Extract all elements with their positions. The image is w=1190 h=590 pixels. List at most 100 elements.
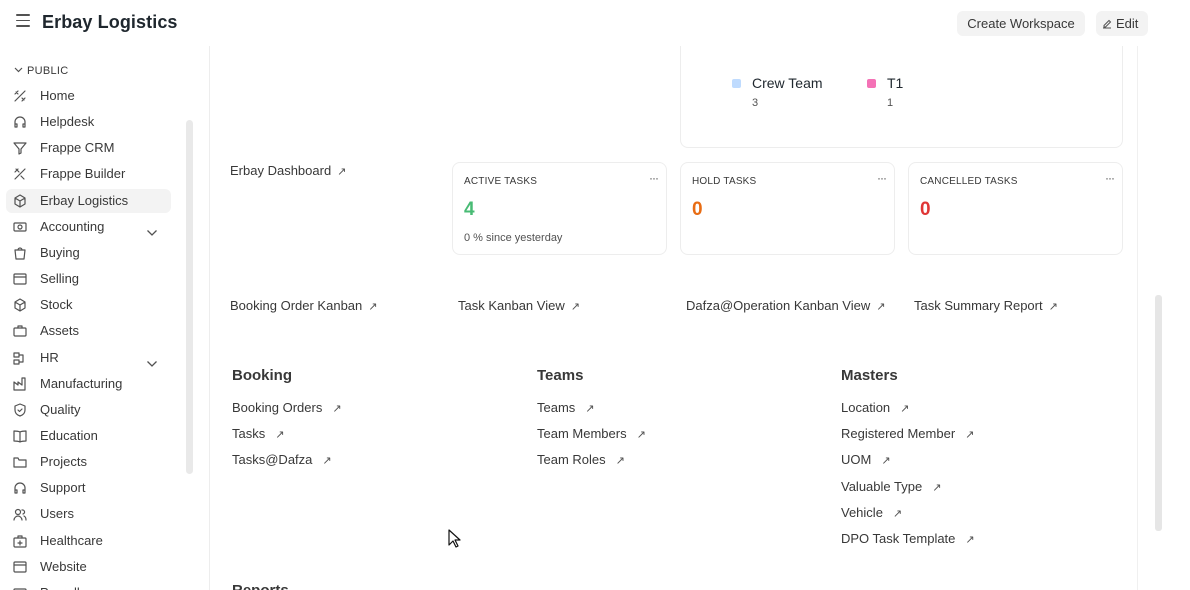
sidebar-section-public[interactable]: PUBLIC xyxy=(14,65,69,77)
link-label: Teams xyxy=(537,400,576,415)
link-team-members[interactable]: Team Members ↗ xyxy=(537,426,646,441)
shortcut-task-summary-report[interactable]: Task Summary Report ↗ xyxy=(914,298,1058,313)
sidebar-scrollbar[interactable] xyxy=(186,120,193,474)
sidebar-item-label: Frappe Builder xyxy=(40,166,126,182)
legend-swatch xyxy=(732,79,741,88)
link-label: Tasks xyxy=(232,426,266,442)
pie-chart-card: Crew Team 3 T1 1 xyxy=(680,46,1123,148)
sidebar-item-website[interactable]: Website xyxy=(6,555,171,579)
link-uom[interactable]: UOM ↗ xyxy=(841,452,891,467)
sidebar-item-frappe-builder[interactable]: Frappe Builder xyxy=(6,162,171,186)
arrow-up-right-icon: ↗ xyxy=(1048,301,1058,313)
receipt-icon xyxy=(12,271,28,287)
sidebar-item-manufacturing[interactable]: Manufacturing xyxy=(6,372,171,396)
more-options-icon[interactable]: ··· xyxy=(877,171,887,185)
shortcut-booking-order-kanban[interactable]: Booking Order Kanban ↗ xyxy=(230,298,377,313)
sidebar-item-label: Payroll xyxy=(40,581,80,590)
sidebar-item-label: Erbay Logistics xyxy=(40,192,129,208)
home-icon xyxy=(12,88,28,104)
headset-icon xyxy=(12,480,28,496)
reports-heading: Reports xyxy=(232,582,289,590)
card-heading-teams: Teams xyxy=(537,367,584,384)
link-label: UOM xyxy=(841,452,872,468)
more-options-icon[interactable]: ··· xyxy=(649,171,659,185)
create-workspace-button[interactable]: Create Workspace xyxy=(957,11,1085,36)
number-card-cancelled-tasks[interactable]: CANCELLED TASKS ··· 0 xyxy=(908,162,1123,255)
sidebar-item-support[interactable]: Support xyxy=(6,476,171,500)
sidebar-item-hr[interactable]: HR xyxy=(6,346,171,370)
shortcut-dafza-operation-kanban-view[interactable]: Dafza@Operation Kanban View ↗ xyxy=(686,298,885,313)
more-options-icon[interactable]: ··· xyxy=(1105,171,1115,185)
sidebar-item-label: Selling xyxy=(40,271,80,287)
arrow-up-right-icon: ↗ xyxy=(636,429,646,442)
sidebar-item-selling[interactable]: Selling xyxy=(6,267,171,291)
number-card-value: 0 xyxy=(920,199,931,220)
content-border xyxy=(1137,46,1138,590)
legend-swatch xyxy=(867,79,876,88)
arrow-up-right-icon: ↗ xyxy=(892,507,903,520)
sidebar-item-label: Support xyxy=(40,480,86,496)
sidebar-item-quality[interactable]: Quality xyxy=(6,398,171,422)
headset-icon xyxy=(12,114,28,130)
link-location[interactable]: Location ↗ xyxy=(841,400,909,415)
link-booking-orders[interactable]: Booking Orders ↗ xyxy=(232,400,342,415)
link-vehicle[interactable]: Vehicle ↗ xyxy=(841,505,902,520)
sidebar-item-buying[interactable]: Buying xyxy=(6,241,171,265)
sidebar-item-erbay-logistics[interactable]: Erbay Logistics xyxy=(6,188,171,213)
number-card-active-tasks[interactable]: ACTIVE TASKS ··· 4 0 % since yesterday xyxy=(452,162,667,255)
page-scrollbar[interactable] xyxy=(1155,295,1162,531)
legend-value: 3 xyxy=(752,97,759,109)
sidebar-item-label: Assets xyxy=(40,323,80,339)
sidebar-item-home[interactable]: Home xyxy=(6,84,171,108)
sidebar-item-label: Helpdesk xyxy=(40,114,95,130)
link-tasks[interactable]: Tasks ↗ xyxy=(232,426,284,441)
number-card-value: 0 xyxy=(692,199,703,220)
link-valuable-type[interactable]: Valuable Type ↗ xyxy=(841,479,941,494)
number-card-hold-tasks[interactable]: HOLD TASKS ··· 0 xyxy=(680,162,895,255)
sidebar-item-label: Frappe CRM xyxy=(40,140,115,156)
book-icon xyxy=(12,428,28,444)
legend-value: 1 xyxy=(887,97,894,109)
sidebar-item-label: Healthcare xyxy=(40,532,103,548)
arrow-up-right-icon: ↗ xyxy=(932,481,942,494)
arrow-up-right-icon: ↗ xyxy=(585,403,595,415)
sidebar-item-education[interactable]: Education xyxy=(6,424,171,448)
sidebar-item-helpdesk[interactable]: Helpdesk xyxy=(6,110,171,134)
edit-button[interactable]: Edit xyxy=(1096,11,1148,36)
filter-icon xyxy=(12,140,28,156)
shortcut-label: Dafza@Operation Kanban View xyxy=(686,298,871,313)
sidebar-item-healthcare[interactable]: Healthcare xyxy=(6,529,171,553)
link-tasks-dafza[interactable]: Tasks@Dafza ↗ xyxy=(232,452,332,467)
sidebar-item-accounting[interactable]: Accounting xyxy=(6,215,171,239)
menu-icon[interactable] xyxy=(16,14,30,28)
medical-kit-icon xyxy=(12,533,28,549)
sidebar-item-users[interactable]: Users xyxy=(6,502,171,526)
sidebar-item-projects[interactable]: Projects xyxy=(6,450,171,474)
organization-icon xyxy=(12,350,28,366)
number-card-subtitle: 0 % since yesterday xyxy=(464,232,563,244)
money-icon xyxy=(12,219,28,235)
sidebar-item-payroll[interactable]: Payroll xyxy=(6,581,171,590)
card-heading-booking: Booking xyxy=(232,367,292,384)
link-registered-member[interactable]: Registered Member ↗ xyxy=(841,426,974,441)
sidebar-item-stock[interactable]: Stock xyxy=(6,293,171,317)
sidebar-item-frappe-crm[interactable]: Frappe CRM xyxy=(6,136,171,160)
chevron-down-icon xyxy=(14,67,23,73)
link-label: Location xyxy=(841,400,891,415)
shortcut-label: Booking Order Kanban xyxy=(230,298,363,313)
shield-check-icon xyxy=(12,402,28,418)
shortcut-erbay-dashboard[interactable]: Erbay Dashboard ↗ xyxy=(230,163,346,178)
sidebar-item-assets[interactable]: Assets xyxy=(6,319,171,343)
edit-icon xyxy=(1103,19,1112,29)
mouse-cursor-icon xyxy=(448,529,461,548)
box-icon xyxy=(12,297,28,313)
edit-label: Edit xyxy=(1116,16,1139,31)
link-team-roles[interactable]: Team Roles ↗ xyxy=(537,452,625,467)
wallet-icon xyxy=(12,585,28,590)
link-dpo-task-template[interactable]: DPO Task Template ↗ xyxy=(841,531,975,546)
link-label: Team Members xyxy=(537,426,627,442)
link-teams[interactable]: Teams ↗ xyxy=(537,400,595,415)
sidebar-item-label: Buying xyxy=(40,244,80,260)
shortcut-task-kanban-view[interactable]: Task Kanban View ↗ xyxy=(458,298,580,313)
cube-icon xyxy=(12,193,28,209)
